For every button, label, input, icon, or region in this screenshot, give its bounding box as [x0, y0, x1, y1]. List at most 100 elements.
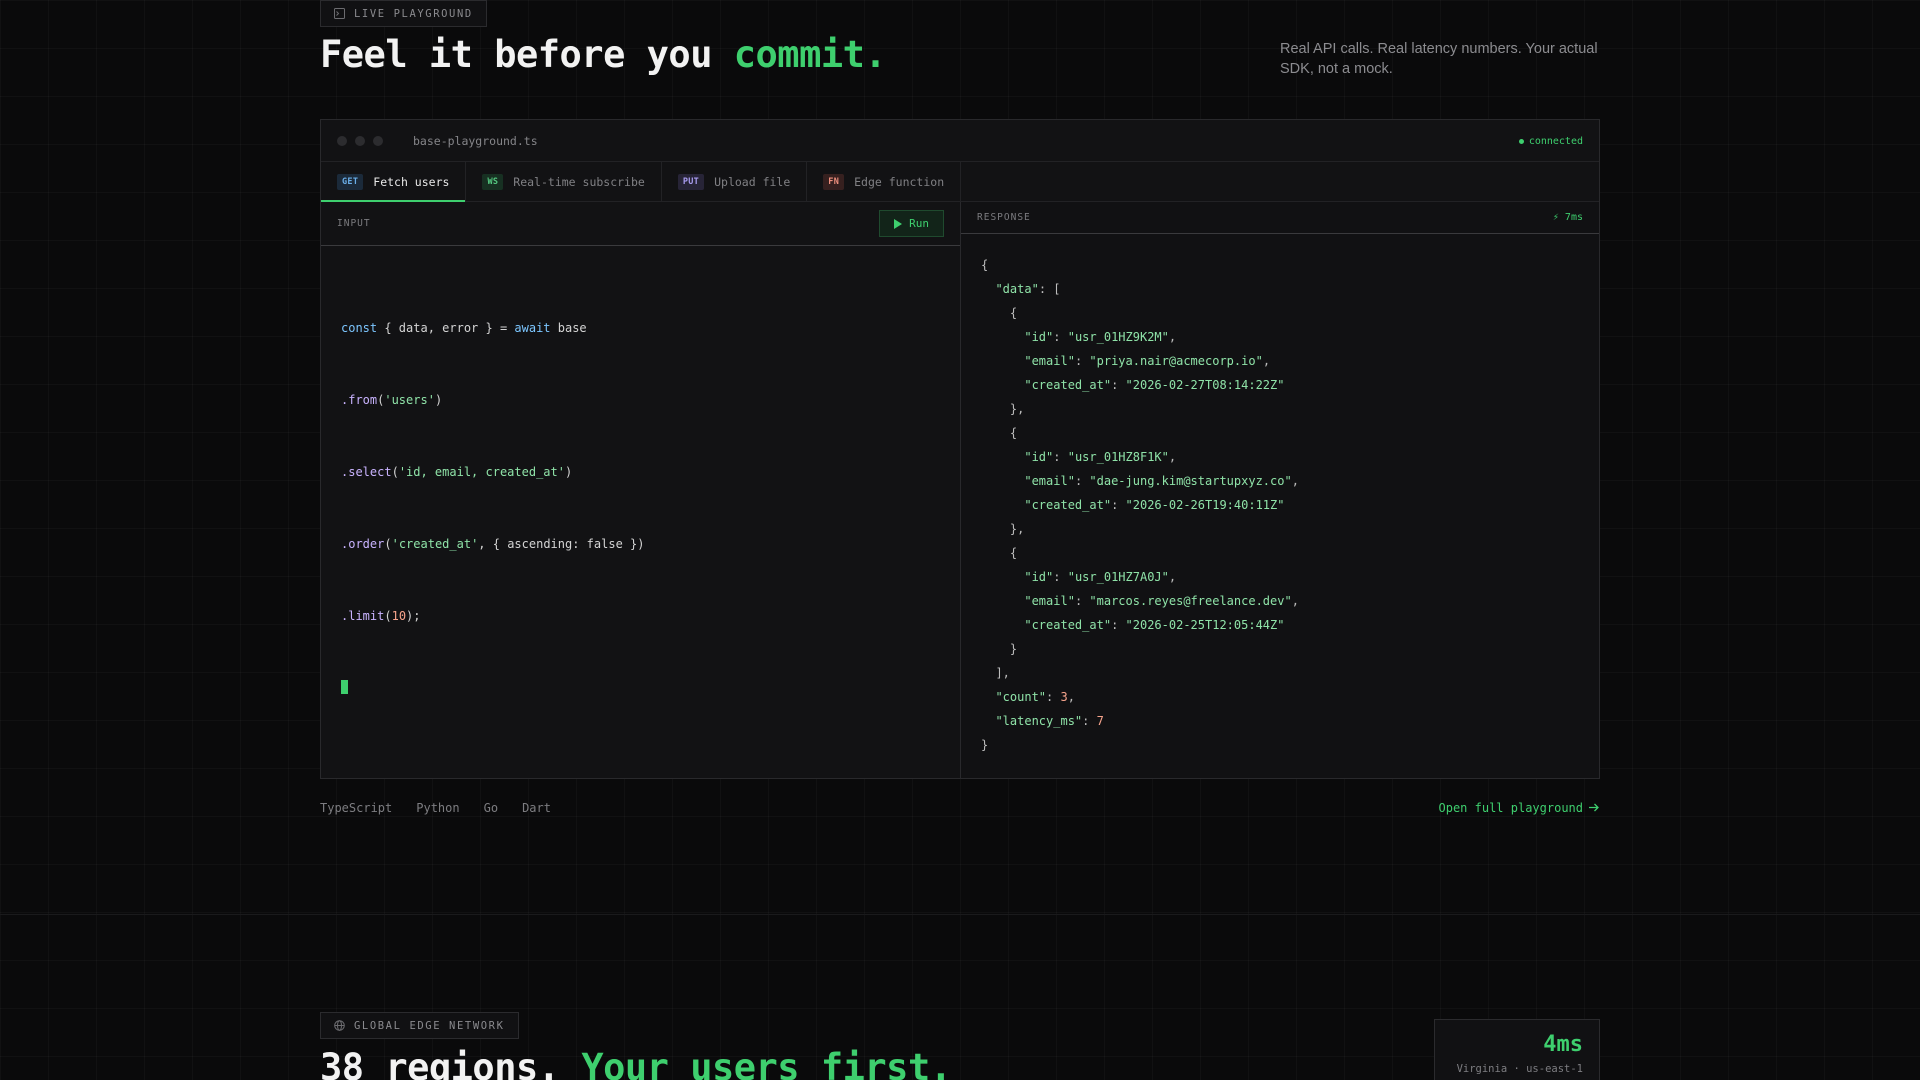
input-pane: INPUT Run const { data, error } = await … — [321, 202, 961, 778]
network-title: 38 regions. Your users first. — [320, 1046, 952, 1080]
method-badge-ws: WS — [482, 173, 504, 190]
input-label: INPUT — [337, 218, 371, 229]
window-dot-minimize[interactable] — [355, 135, 365, 146]
title-main: Feel it before you — [320, 33, 734, 76]
json-string-value: 2026-02-26T19:40:11Z — [1132, 498, 1278, 512]
json-line: "email": "marcos.reyes@freelance.dev", — [1024, 594, 1299, 608]
json-line: "latency_ms": 7 — [995, 714, 1104, 728]
section-divider — [0, 914, 1920, 915]
json-key: "email" — [1024, 354, 1075, 368]
terminal-icon — [334, 8, 345, 19]
request-tabs: GET Fetch users WS Real-time subscribe P… — [321, 162, 1599, 202]
code-token: 'users' — [384, 393, 435, 407]
play-icon — [894, 218, 903, 229]
code-token: await — [514, 321, 551, 335]
json-line: "created_at": "2026-02-25T12:05:44Z" — [1024, 618, 1285, 632]
tab-label: Edge function — [854, 174, 945, 189]
json-line: "id": "usr_01HZ9K2M", — [1024, 330, 1177, 344]
code-token: 'created_at' — [391, 537, 479, 551]
code-line: const { data, error } = await base — [341, 316, 940, 340]
json-response: { "data": [ { "id": "usr_01HZ9K2M", "ema… — [961, 234, 1599, 776]
status-dot-icon — [1518, 138, 1524, 144]
json-string-value: 2026-02-27T08:14:22Z — [1132, 378, 1278, 392]
json-key: "created_at" — [1024, 618, 1112, 632]
json-number-value: 3 — [1060, 690, 1068, 704]
json-line: "data": [ — [995, 282, 1061, 296]
lang-python[interactable]: Python — [416, 801, 459, 815]
badge-label: LIVE PLAYGROUND — [354, 7, 473, 20]
method-badge-fn: FN — [823, 173, 845, 190]
lang-dart[interactable]: Dart — [522, 801, 551, 815]
connection-status: connected — [1518, 120, 1583, 162]
code-token: 'id, email, created_at' — [398, 465, 565, 479]
json-string-value: usr_01HZ9K2M — [1074, 330, 1162, 344]
window-filename: base-playground.ts — [413, 133, 538, 148]
json-key: "data" — [995, 282, 1039, 296]
json-line: } — [1009, 642, 1018, 656]
json-line: ], — [995, 666, 1010, 680]
lang-typescript[interactable]: TypeScript — [320, 801, 392, 815]
title-accent: Your users first. — [581, 1046, 952, 1080]
json-line: }, — [1009, 522, 1025, 536]
json-key: "latency_ms" — [995, 714, 1083, 728]
latency-indicator: ⚡ 7ms — [1552, 212, 1583, 223]
json-line: "count": 3, — [995, 690, 1075, 704]
tab-fetch-users[interactable]: GET Fetch users — [321, 162, 467, 202]
json-line: } — [981, 738, 989, 752]
code-line: .order('created_at', { ascending: false … — [341, 537, 645, 551]
json-line: }, — [1009, 402, 1025, 416]
title-accent: commit. — [733, 33, 887, 76]
json-string-value: usr_01HZ8F1K — [1074, 450, 1162, 464]
open-link-label: Open full playground — [1438, 801, 1584, 815]
tab-upload-file[interactable]: PUT Upload file — [662, 162, 808, 201]
json-line: "created_at": "2026-02-26T19:40:11Z" — [1024, 498, 1285, 512]
json-key: "id" — [1024, 450, 1054, 464]
json-line: { — [981, 258, 989, 272]
response-label: RESPONSE — [977, 212, 1031, 223]
title-main: 38 regions. — [320, 1046, 582, 1080]
json-key: "count" — [995, 690, 1047, 704]
json-line: "id": "usr_01HZ8F1K", — [1024, 450, 1177, 464]
region-label: Virginia · us-east-1 — [1456, 1063, 1583, 1075]
code-token: , { ascending: false }) — [478, 537, 645, 551]
playground-window: base-playground.ts connected GET Fetch u… — [320, 119, 1600, 779]
live-playground-badge: LIVE PLAYGROUND — [320, 0, 487, 27]
code-token: 10 — [391, 609, 407, 623]
lang-go[interactable]: Go — [484, 801, 498, 815]
window-dot-maximize[interactable] — [373, 135, 383, 146]
open-full-playground-link[interactable]: Open full playground — [1439, 801, 1601, 815]
code-token: { data, error } = — [377, 321, 515, 335]
run-button[interactable]: Run — [879, 210, 944, 237]
code-token: .from — [341, 393, 378, 407]
json-line: { — [1009, 426, 1018, 440]
window-titlebar: base-playground.ts connected — [321, 120, 1599, 162]
tab-realtime-subscribe[interactable]: WS Real-time subscribe — [466, 162, 662, 201]
intro-subcopy: Real API calls. Real latency numbers. Yo… — [1280, 41, 1598, 77]
window-dot-close[interactable] — [337, 135, 347, 146]
json-line: { — [1009, 546, 1018, 560]
json-string-value: priya.nair@acmecorp.io — [1096, 354, 1256, 368]
json-key: "email" — [1024, 474, 1075, 488]
code-line — [341, 676, 940, 700]
json-key: "created_at" — [1024, 378, 1112, 392]
json-key: "created_at" — [1024, 498, 1112, 512]
json-number-value: 7 — [1096, 714, 1104, 728]
language-switcher: TypeScript Python Go Dart — [320, 801, 551, 815]
input-pane-header: INPUT Run — [321, 202, 960, 246]
json-key: "id" — [1024, 330, 1054, 344]
json-line: "id": "usr_01HZ7A0J", — [1024, 570, 1177, 584]
code-token: .order — [341, 537, 385, 551]
tab-label: Real-time subscribe — [513, 174, 645, 189]
code-line: .from('users') — [341, 393, 443, 407]
method-badge-get: GET — [337, 173, 364, 190]
json-string-value: marcos.reyes@freelance.dev — [1096, 594, 1285, 608]
region-latency-card: 4ms Virginia · us-east-1 — [1434, 1019, 1600, 1080]
tab-edge-function[interactable]: FN Edge function — [807, 162, 962, 201]
text-cursor — [341, 680, 348, 694]
json-key: "id" — [1024, 570, 1054, 584]
window-controls — [337, 135, 383, 146]
json-line: { — [1009, 306, 1018, 320]
response-pane-header: RESPONSE ⚡ 7ms — [961, 202, 1599, 234]
status-text: connected — [1528, 135, 1583, 147]
code-editor[interactable]: const { data, error } = await base .from… — [321, 246, 960, 770]
